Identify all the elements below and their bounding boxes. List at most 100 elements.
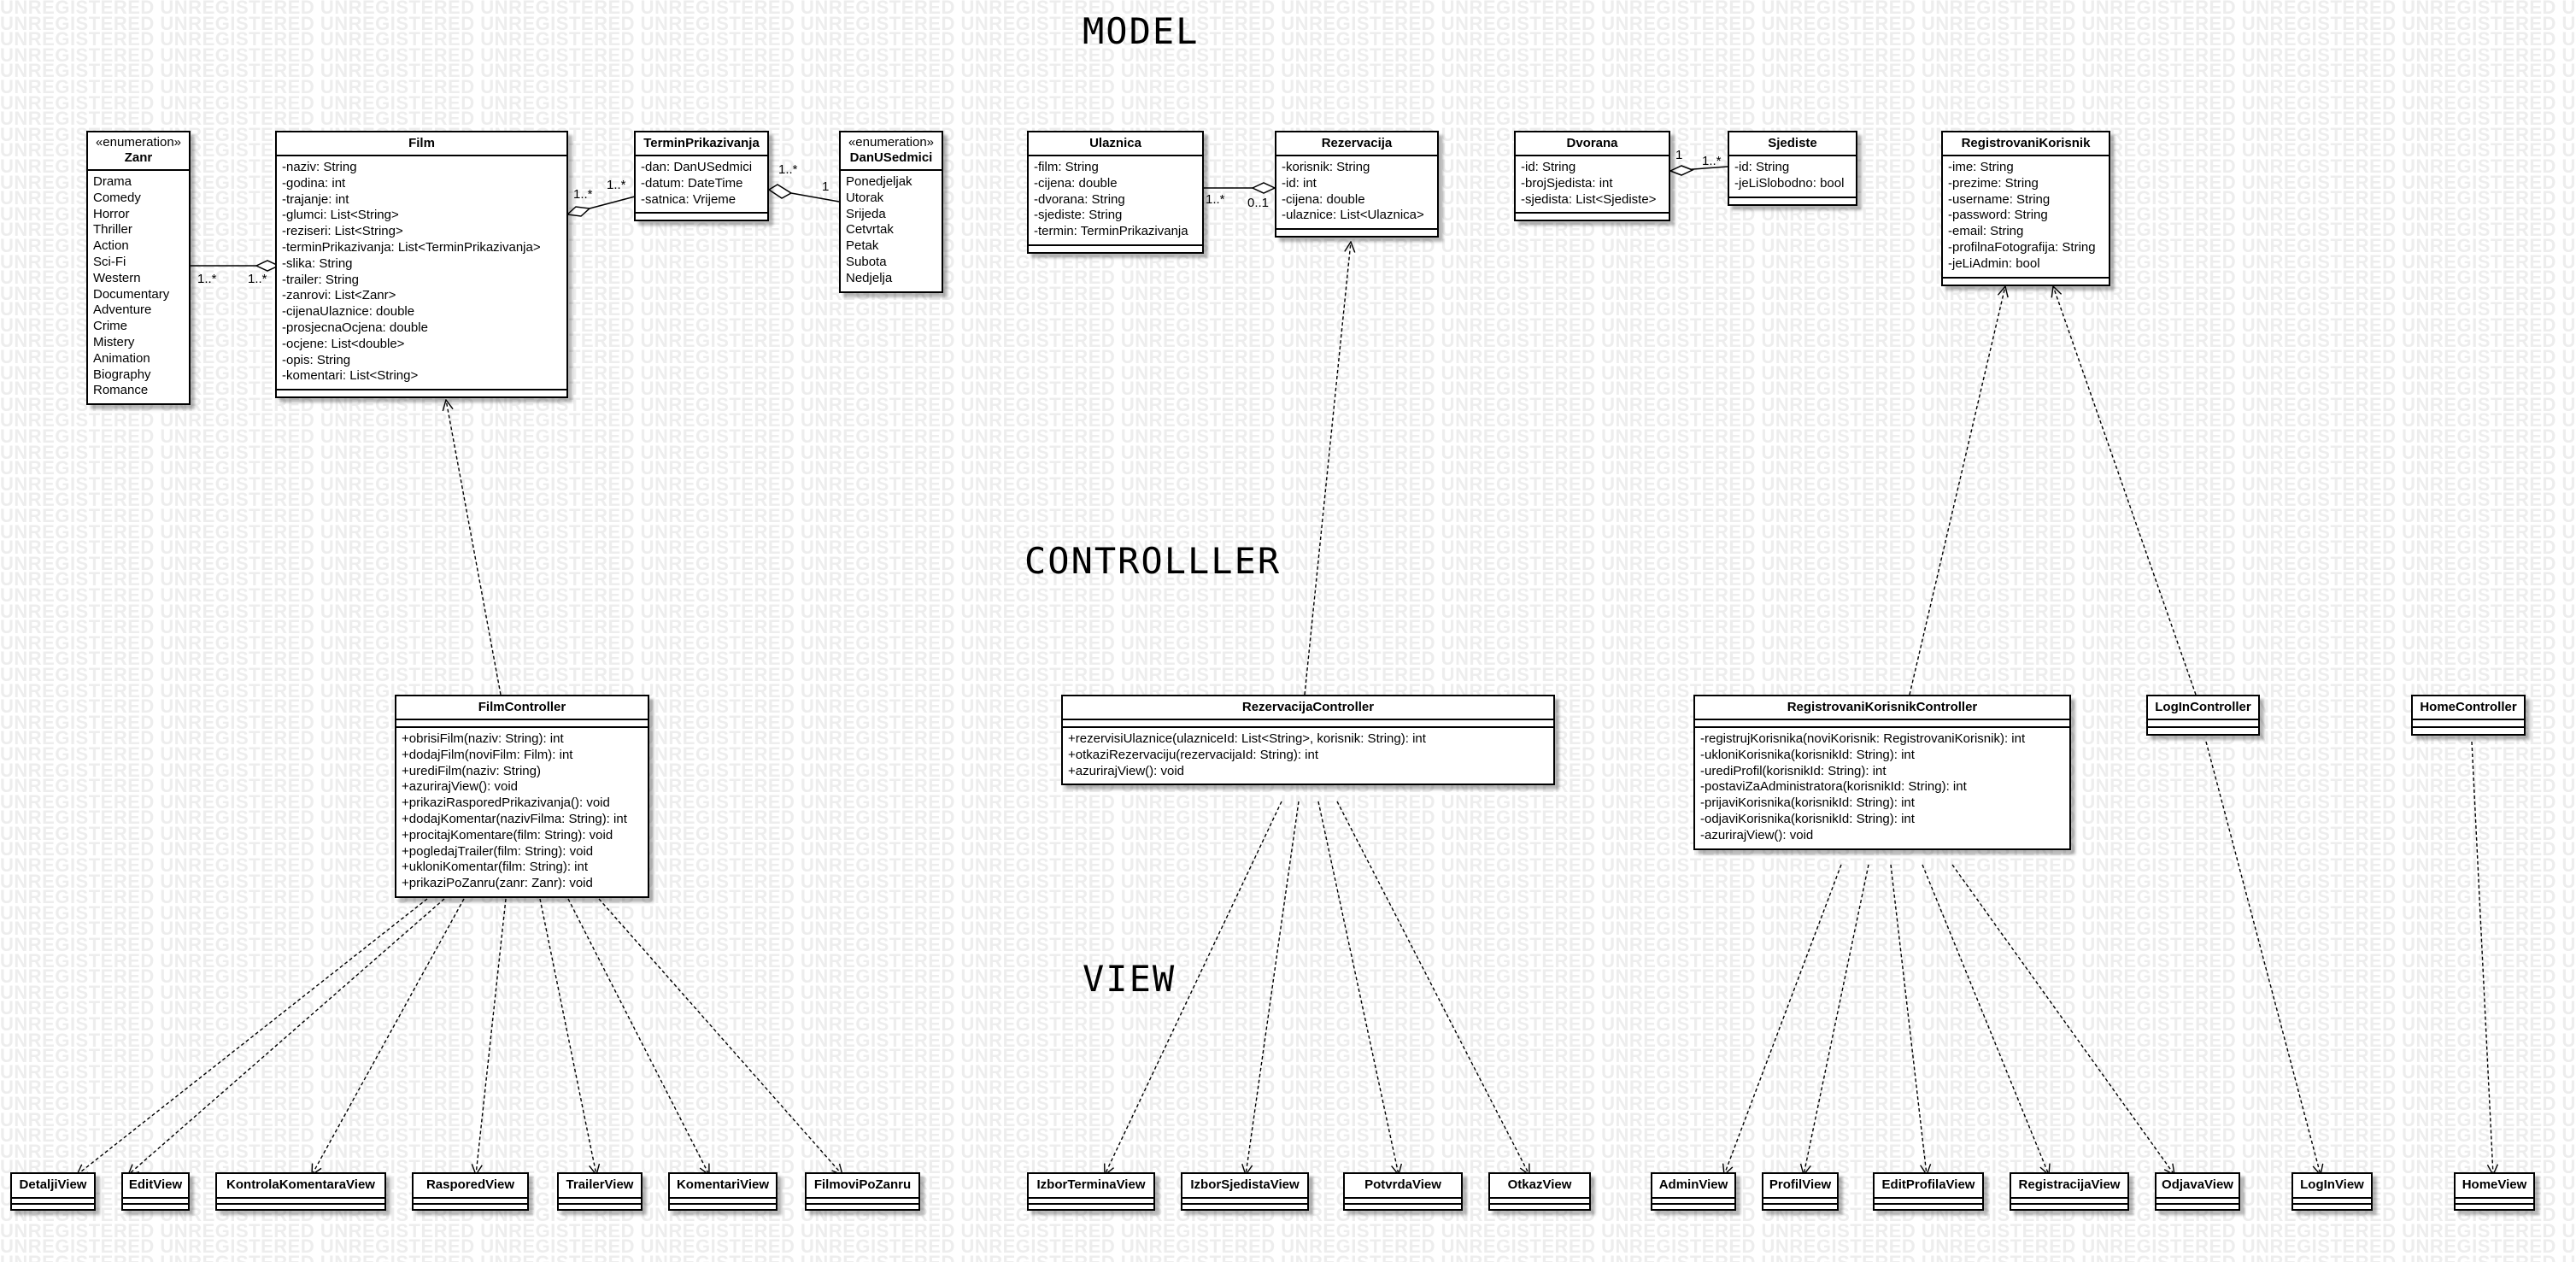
dep-film-detalji [77,898,428,1175]
member-line: Subota [846,254,887,269]
class-login-view[interactable]: LogInView [2291,1172,2373,1211]
member-line: Utorak [846,190,884,205]
member-line: -brojSjedista: int [1521,175,1613,191]
class-name: TerminPrikazivanja [643,136,760,150]
member-line: +dodajFilm(noviFilm: Film): int [402,747,573,762]
class-home-controller[interactable]: HomeController [2411,695,2526,736]
class-name: Dvorana [1566,136,1618,150]
member-line: -ocjene: List<double> [282,336,405,351]
member-line: Horror [93,206,130,221]
class-izbor-sjedista-view[interactable]: IzborSjedistaView [1181,1172,1309,1211]
diamond-termin-dan [767,184,793,199]
member-line: Animation [93,350,150,366]
class-name: Zanr [124,150,153,165]
operation-list [1875,1203,1982,1209]
class-film[interactable]: Film -naziv: String -godina: int -trajanje… [275,131,568,399]
mult-film-termin-left: 1..* [573,187,593,202]
attribute-list [559,1197,641,1203]
member-line: +prikaziPoZanru(zanr: Zanr): void [402,876,593,891]
attribute-list [1029,1197,1153,1203]
class-dan-u-sedmici[interactable]: «enumeration» DanUSedmici Ponedjeljak Utor… [839,131,943,293]
class-detalji-view[interactable]: DetaljiView [10,1172,96,1211]
class-edit-profila-view[interactable]: EditProfilaView [1873,1172,1984,1211]
member-line: -azurirajView(): void [1700,827,1814,842]
mult-film-termin-right: 1..* [607,178,626,192]
class-name: RegistracijaView [2018,1177,2121,1192]
class-name: KomentariView [676,1177,770,1192]
class-name: IzborTerminaView [1036,1177,1146,1192]
class-termin-prikazivanja[interactable]: TerminPrikazivanja -dan: DanUSedmici -dat… [634,131,769,222]
class-film-controller[interactable]: FilmController +obrisiFilm(naziv: String… [395,695,649,898]
member-line: -zanrovi: List<Zanr> [282,288,396,303]
class-raspored-view[interactable]: RasporedView [412,1172,529,1211]
attribute-list [2413,719,2524,726]
dep-kor-admin [1724,864,1842,1175]
attribute-list [2148,719,2258,726]
operation-list: +obrisiFilm(naziv: String): int +dodajFil… [396,726,648,896]
operation-list: -registrujKorisnika(noviKorisnik: Regist… [1695,726,2069,848]
member-line: Western [93,270,141,285]
class-registrovani-korisnik[interactable]: RegistrovaniKorisnik -ime: String -prezim… [1941,131,2110,286]
attribute-list: -dan: DanUSedmici -datum: DateTime -satnic… [636,155,767,212]
operation-list [1652,1203,1734,1209]
class-otkaz-view[interactable]: OtkazView [1488,1172,1591,1211]
member-line: -film: String [1034,160,1099,174]
operation-list [559,1203,641,1209]
member-line: -satnica: Vrijeme [641,191,736,207]
attribute-list [670,1197,776,1203]
class-trailer-view[interactable]: TrailerView [557,1172,643,1211]
class-rezervacija[interactable]: Rezervacija -korisnik: String -id: int -ci… [1275,131,1439,238]
class-registracija-view[interactable]: RegistracijaView [2010,1172,2129,1211]
class-login-controller[interactable]: LogInController [2146,695,2260,736]
stereotype-label: «enumeration» [848,135,935,150]
attribute-list [12,1197,94,1203]
member-line: Action [93,238,129,254]
class-name: RegistrovaniKorisnikController [1787,700,1978,714]
operation-list [807,1203,918,1209]
member-line: Srijeda [846,206,886,221]
operation-list [1345,1203,1461,1209]
dep-kor-edit [1890,864,1927,1175]
class-registrovani-korisnik-controller[interactable]: RegistrovaniKorisnikController -registru… [1693,695,2071,850]
class-dvorana[interactable]: Dvorana -id: String -brojSjedista: int -sj… [1514,131,1670,222]
mult-zanr-film-left: 1..* [197,272,217,286]
member-line: -sjediste: String [1034,208,1123,223]
class-rezervacija-controller[interactable]: RezervacijaController +rezervisiUlaznice… [1061,695,1555,786]
operation-list [1182,1203,1307,1209]
class-potvrda-view[interactable]: PotvrdaView [1343,1172,1463,1211]
class-profil-view[interactable]: ProfilView [1762,1172,1839,1211]
member-line: -jeLiAdmin: bool [1948,255,2040,271]
member-line: -password: String [1948,208,2048,223]
member-line: -dan: DanUSedmici [641,160,753,174]
class-home-view[interactable]: HomeView [2454,1172,2535,1211]
operation-list [2011,1203,2127,1209]
class-komentari-view[interactable]: KomentariView [668,1172,777,1211]
attribute-list [123,1197,188,1203]
member-line: -jeLiSlobodno: bool [1734,175,1845,191]
member-line: +dodajKomentar(nazivFilma: String): int [402,811,627,826]
member-line: Cetvrtak [846,222,894,238]
class-admin-view[interactable]: AdminView [1651,1172,1736,1211]
class-sjediste[interactable]: Sjediste -id: String -jeLiSlobodno: bool [1728,131,1857,206]
operation-list [670,1203,776,1209]
section-title-controller: CONTROLLLER [1024,540,1282,582]
class-edit-view[interactable]: EditView [121,1172,190,1211]
member-line: -dvorana: String [1034,191,1125,207]
member-line: -datum: DateTime [641,175,743,191]
class-zanr[interactable]: «enumeration» Zanr Drama Comedy Horror Thril… [86,131,191,406]
class-filmovi-po-zanru-view[interactable]: FilmoviPoZanru [805,1172,920,1211]
class-izbor-termina-view[interactable]: IzborTerminaView [1027,1172,1155,1211]
dep-rez-otkaz [1336,801,1529,1175]
member-line: Drama [93,174,132,189]
attribute-list: -id: String -brojSjedista: int -sjedista: … [1516,155,1669,212]
diamond-dvorana-sjed [1669,165,1694,176]
attribute-list [2011,1197,2127,1203]
dep-film-komentari [567,898,709,1175]
member-line: -prijaviKorisnika(korisnikId: String): i… [1700,795,1915,811]
class-kontrola-komentara-view[interactable]: KontrolaKomentaraView [215,1172,386,1211]
class-ulaznica[interactable]: Ulaznica -film: String -cijena: double -dv… [1027,131,1204,254]
dep-login-loginview [2205,741,2321,1175]
operation-list [1943,276,2109,285]
mult-dvorana-sjed-left: 1 [1675,148,1683,162]
class-odjava-view[interactable]: OdjavaView [2155,1172,2240,1211]
